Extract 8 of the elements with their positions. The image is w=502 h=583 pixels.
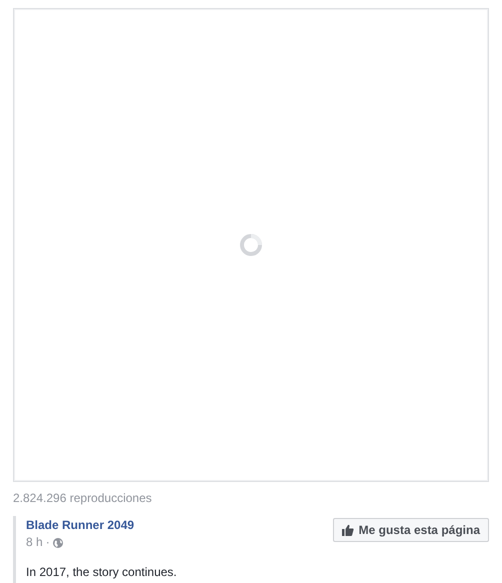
thumbs-up-icon <box>342 524 354 536</box>
post-text: In 2017, the story continues. <box>26 565 178 580</box>
video-player[interactable] <box>13 8 489 482</box>
page-name-link[interactable]: Blade Runner 2049 <box>26 518 134 533</box>
separator: · <box>46 535 50 550</box>
like-page-button[interactable]: Me gusta esta página <box>332 518 489 542</box>
view-count: 2.824.296 reproducciones <box>13 491 153 505</box>
globe-icon <box>52 538 63 548</box>
